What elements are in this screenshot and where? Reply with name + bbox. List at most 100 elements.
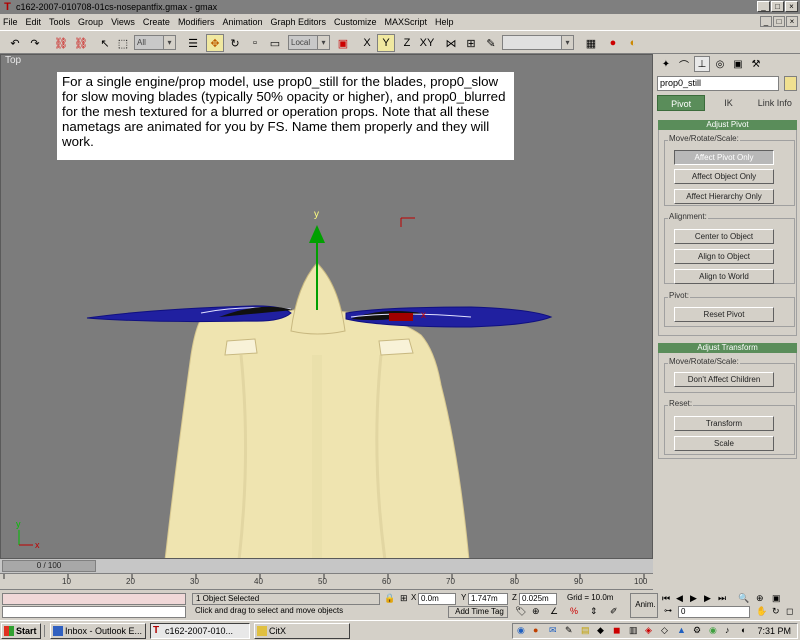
tray-red-icon[interactable]: ◼ — [613, 625, 620, 636]
go-to-end-icon[interactable]: ⏭ — [718, 593, 726, 604]
maximize-viewport-icon[interactable]: ◻ — [786, 606, 793, 617]
explorer-icon[interactable]: ▤ — [581, 625, 590, 636]
adjust-pivot-rollout-header[interactable]: Adjust Pivot — [658, 120, 797, 130]
material-editor-icon[interactable]: ▦ — [582, 34, 600, 52]
paint-icon[interactable]: ✎ — [565, 625, 573, 636]
spinner-snap-icon[interactable]: ⇕ — [590, 606, 598, 617]
affect-object-only-button[interactable]: Affect Object Only — [674, 169, 774, 184]
reference-coord-select[interactable]: Local ▾ — [288, 35, 330, 50]
align-icon[interactable]: ⊞ — [462, 34, 480, 52]
go-to-start-icon[interactable]: ⏮ — [662, 593, 670, 604]
zoom-extents-icon[interactable]: ▣ — [772, 593, 781, 604]
menu-views[interactable]: Views — [111, 17, 135, 27]
align-to-world-button[interactable]: Align to World — [674, 269, 774, 284]
affect-pivot-only-button[interactable]: Affect Pivot Only — [674, 150, 774, 165]
start-button[interactable]: Start — [1, 623, 41, 639]
region-select-icon[interactable]: ⬚ — [114, 34, 132, 52]
lock-selection-icon[interactable]: 🔒 — [384, 593, 395, 604]
taskbar-clock[interactable]: 7:31 PM — [757, 626, 791, 636]
z-coord-input[interactable]: 0.025m — [519, 593, 557, 605]
menu-edit[interactable]: Edit — [26, 17, 42, 27]
maxscript-listener-field[interactable] — [2, 593, 186, 605]
zoom-all-icon[interactable]: ⊕ — [756, 593, 764, 604]
doc-restore-button[interactable]: □ — [773, 16, 785, 27]
x-coord-input[interactable]: 0.0m — [418, 593, 456, 605]
object-name-field[interactable]: prop0_still — [657, 76, 779, 91]
menu-file[interactable]: File — [3, 17, 18, 27]
affect-hierarchy-only-button[interactable]: Affect Hierarchy Only — [674, 189, 774, 204]
snap-toggle-icon[interactable]: ⊕ — [532, 606, 540, 617]
close-button[interactable]: × — [785, 1, 798, 12]
tray-app-icon[interactable]: ◆ — [597, 625, 604, 636]
tray-icon[interactable]: ⚙ — [693, 625, 701, 636]
scale-flyout-icon[interactable]: ▭ — [266, 34, 284, 52]
maximize-button[interactable]: □ — [771, 1, 784, 12]
firefox-icon[interactable]: ● — [533, 625, 538, 635]
display-tab-icon[interactable]: ▣ — [730, 56, 746, 72]
reset-transform-button[interactable]: Transform — [674, 416, 774, 431]
tab-pivot[interactable]: Pivot — [657, 95, 706, 111]
select-object-icon[interactable]: ↖ — [96, 34, 114, 52]
named-selection-select[interactable]: ▾ — [502, 35, 574, 50]
reset-pivot-button[interactable]: Reset Pivot — [674, 307, 774, 322]
y-coord-input[interactable]: 1.747m — [468, 593, 508, 605]
play-icon[interactable]: ▶ — [690, 593, 697, 604]
volume-icon[interactable]: ♪ — [725, 625, 730, 635]
key-mode-icon[interactable]: ⊶ — [664, 606, 672, 615]
menu-group[interactable]: Group — [78, 17, 103, 27]
task-outlook[interactable]: Inbox - Outlook E... — [50, 623, 146, 639]
task-gmax[interactable]: Tc162-2007-010... — [150, 623, 250, 639]
axis-z-constraint-icon[interactable]: Z — [398, 34, 416, 52]
quick-render-icon[interactable]: ◐ — [624, 34, 642, 52]
edit-named-selection-icon[interactable]: ✐ — [610, 606, 618, 617]
unlink-icon[interactable]: ⛓ — [72, 34, 90, 52]
selection-filter-select[interactable]: All ▾ — [134, 35, 176, 50]
absolute-mode-icon[interactable]: ⊞ — [400, 593, 408, 604]
menu-create[interactable]: Create — [143, 17, 170, 27]
link-icon[interactable]: ⛓ — [52, 34, 70, 52]
tray-icon[interactable]: ◇ — [661, 625, 668, 636]
doc-close-button[interactable]: × — [786, 16, 798, 27]
named-selection-icon[interactable]: ✎ — [482, 34, 500, 52]
utilities-tab-icon[interactable]: ⚒ — [748, 56, 764, 72]
axis-x-constraint-icon[interactable]: X — [358, 34, 376, 52]
tray-icon[interactable]: ▲ — [677, 625, 686, 635]
select-by-name-icon[interactable]: ☰ — [184, 34, 202, 52]
create-tab-icon[interactable]: ✦ — [658, 56, 674, 72]
tray-icon[interactable]: ◉ — [709, 625, 717, 636]
center-to-object-button[interactable]: Center to Object — [674, 229, 774, 244]
redo-icon[interactable]: ↷ — [26, 34, 44, 52]
tray-folder-icon[interactable]: ▥ — [629, 625, 638, 636]
undo-icon[interactable]: ↶ — [6, 34, 24, 52]
add-time-tag-button[interactable]: Add Time Tag — [448, 606, 508, 618]
animate-toggle-button[interactable]: Anim. — [630, 593, 658, 618]
next-frame-icon[interactable]: ▶ — [704, 593, 711, 604]
arc-rotate-icon[interactable]: ↻ — [772, 606, 780, 617]
pan-icon[interactable]: ✋ — [756, 606, 767, 617]
network-icon[interactable]: ◉ — [517, 625, 525, 636]
tab-link-info[interactable]: Link Info — [752, 95, 798, 111]
axis-xy-constraint-icon[interactable]: XY — [418, 34, 436, 52]
align-to-object-button[interactable]: Align to Object — [674, 249, 774, 264]
tab-ik[interactable]: IK — [705, 95, 751, 111]
menu-modifiers[interactable]: Modifiers — [178, 17, 215, 27]
modify-tab-icon[interactable]: ⌒ — [676, 56, 692, 72]
mirror-icon[interactable]: ⋈ — [442, 34, 460, 52]
axis-y-constraint-icon[interactable]: Y — [377, 34, 395, 52]
menu-customize[interactable]: Customize — [334, 17, 377, 27]
rotate-icon[interactable]: ↻ — [226, 34, 244, 52]
task-citx[interactable]: CitX — [254, 623, 350, 639]
minimize-button[interactable]: _ — [757, 1, 770, 12]
dont-affect-children-button[interactable]: Don't Affect Children — [674, 372, 774, 387]
tray-icon[interactable]: ◐ — [741, 625, 746, 635]
render-icon[interactable]: ● — [604, 34, 622, 52]
angle-snap-icon[interactable]: ∠ — [550, 606, 558, 617]
messenger-icon[interactable]: ✉ — [549, 625, 557, 636]
track-bar[interactable]: 10 20 30 40 50 60 70 80 90 100 — [0, 574, 653, 590]
adjust-transform-rollout-header[interactable]: Adjust Transform — [658, 343, 797, 353]
menu-tools[interactable]: Tools — [49, 17, 70, 27]
menu-help[interactable]: Help — [435, 17, 454, 27]
doc-minimize-button[interactable]: _ — [760, 16, 772, 27]
menu-maxscript[interactable]: MAXScript — [385, 17, 428, 27]
scale-icon[interactable]: ▫ — [246, 34, 264, 52]
